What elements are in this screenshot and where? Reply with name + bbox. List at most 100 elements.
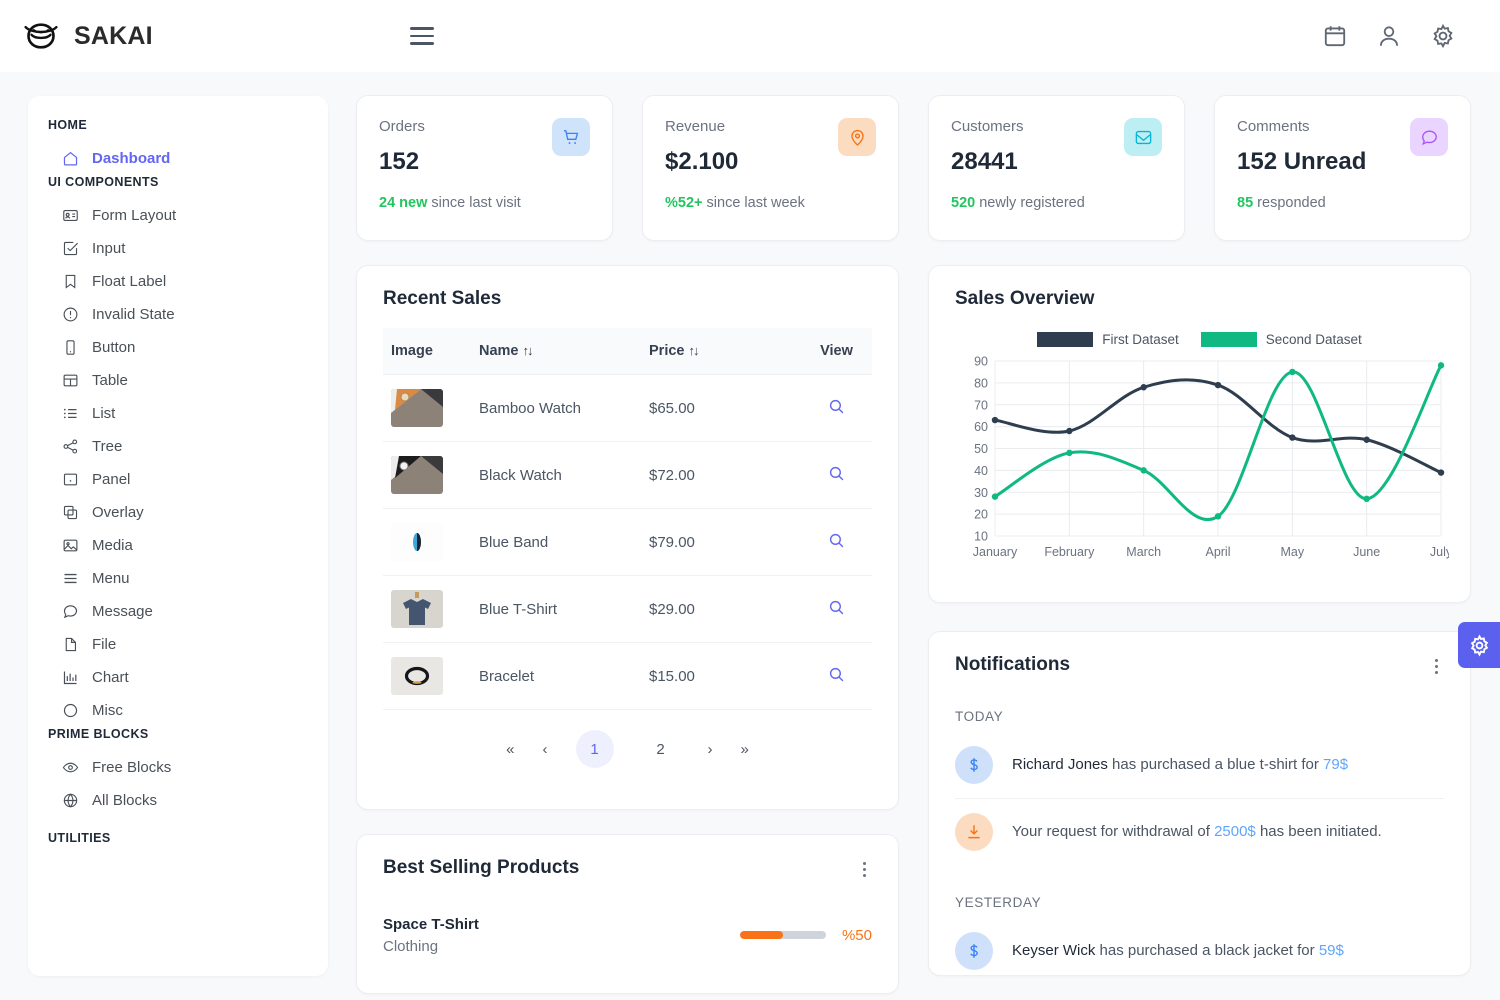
kebab-dot [1434, 658, 1438, 662]
search-icon [829, 466, 844, 480]
table-row[interactable]: Blue Band $79.00 [383, 508, 872, 576]
pagination-next[interactable]: › [708, 741, 713, 758]
svg-text:April: April [1205, 545, 1230, 559]
view-button[interactable] [828, 599, 845, 616]
stat-card-comments: Comments 152 Unread 85 responded [1214, 95, 1471, 241]
sidebar-item-chart[interactable]: Chart [48, 661, 308, 694]
bookmark-icon [65, 274, 76, 289]
table-row[interactable]: Bamboo Watch $65.00 [383, 374, 872, 442]
column-name[interactable]: Name ↑↓ [471, 328, 641, 375]
stat-top: Revenue $2.100 [665, 118, 876, 176]
config-button[interactable] [1458, 622, 1500, 668]
svg-text:50: 50 [974, 442, 988, 456]
pagination-page-1[interactable]: 1 [575, 730, 614, 768]
cell-view [801, 508, 872, 576]
sidebar-item-dashboard[interactable]: Dashboard [48, 142, 308, 175]
line-chart[interactable]: 90 80 70 60 50 40 30 20 10January February March Ap… [955, 355, 1453, 570]
view-button[interactable] [828, 532, 845, 549]
column-image: Image [383, 328, 471, 375]
hamburger-icon[interactable] [403, 17, 441, 55]
sidebar-item-media[interactable]: Media [48, 529, 308, 562]
legend-item-second-dataset[interactable]: Second Dataset [1200, 332, 1362, 347]
sort-icon[interactable]: ↑↓ [688, 343, 699, 358]
sidebar-item-label: Tree [92, 438, 123, 455]
table-row[interactable]: Bracelet $15.00 [383, 642, 872, 710]
kebab-icon[interactable] [1429, 654, 1445, 679]
sidebar-item-float-label[interactable]: Float Label [48, 265, 308, 298]
column-price-label: Price [649, 343, 685, 359]
sort-icon[interactable]: ↑↓ [523, 343, 534, 358]
sidebar-item-invalid-state[interactable]: Invalid State [48, 298, 308, 331]
brand-name: SAKAI [74, 21, 153, 50]
table-header: Image Name ↑↓ Price ↑↓ View [383, 328, 872, 375]
sidebar-item-menu[interactable]: Menu [48, 562, 308, 595]
legend-label: First Dataset [1102, 332, 1179, 347]
inbox-icon [1135, 130, 1151, 144]
kebab-dot [862, 861, 866, 865]
notification-item[interactable]: Your request for withdrawal of 2500$ has… [955, 799, 1444, 865]
list-icon [63, 408, 77, 419]
sidebar-item-overlay[interactable]: Overlay [48, 496, 308, 529]
calendar-icon[interactable] [1322, 23, 1348, 49]
notification-item[interactable]: Keyser Wick has purchased a black jacket… [955, 918, 1444, 976]
sidebar-item-tree[interactable]: Tree [48, 430, 308, 463]
legend-swatch [1037, 332, 1094, 347]
stat-highlight: %52+ [665, 195, 703, 211]
gear-icon [1470, 633, 1488, 657]
user-icon[interactable] [1376, 23, 1402, 49]
stat-value: 152 [379, 148, 420, 175]
sidebar-item-label: Menu [92, 570, 130, 587]
sidebar-item-free-blocks[interactable]: Free Blocks [48, 751, 308, 784]
product-thumbnail-bracelet [391, 657, 443, 695]
column-price[interactable]: Price ↑↓ [641, 328, 801, 375]
view-button[interactable] [828, 398, 845, 415]
svg-text:January: January [973, 545, 1018, 559]
sidebar-heading-home: HOME [48, 118, 88, 132]
sidebar-item-file[interactable]: File [48, 628, 308, 661]
notification-amount: 79$ [1323, 756, 1349, 773]
sidebar-item-form-layout[interactable]: Form Layout [48, 199, 308, 232]
stat-label: Comments [1237, 118, 1310, 135]
eye-icon [62, 762, 79, 773]
cell-view [801, 441, 872, 509]
pagination-prev[interactable]: ‹ [543, 741, 548, 758]
gear-icon[interactable] [1430, 23, 1456, 49]
brand-logo[interactable]: SAKAI [22, 17, 153, 55]
table-icon [63, 374, 78, 387]
notification-actor: Keyser Wick [1012, 942, 1096, 959]
search-icon [829, 533, 844, 547]
sidebar-item-message[interactable]: Message [48, 595, 308, 628]
product-thumbnail-black-watch [391, 456, 443, 494]
sidebar-item-table[interactable]: Table [48, 364, 308, 397]
table-row[interactable]: Blue T-Shirt $29.00 [383, 575, 872, 643]
cell-price: $15.00 [641, 642, 801, 710]
stat-footer: 85 responded [1237, 195, 1448, 211]
svg-text:90: 90 [974, 355, 988, 369]
kebab-icon[interactable] [857, 857, 873, 882]
search-icon [829, 600, 844, 614]
bars-icon [64, 573, 77, 584]
stat-footer: %52+ since last week [665, 195, 876, 211]
sidebar-item-input[interactable]: Input [48, 232, 308, 265]
pagination-last[interactable]: » [741, 741, 749, 758]
cell-image [383, 441, 471, 509]
table-row[interactable]: Black Watch $72.00 [383, 441, 872, 509]
best-selling-card: Best Selling Products Space T-Shirt Clot… [356, 834, 899, 994]
legend-item-first-dataset[interactable]: First Dataset [1037, 332, 1179, 347]
sidebar-item-misc[interactable]: Misc [48, 694, 308, 727]
notification-item[interactable]: Richard Jones has purchased a blue t-shi… [955, 732, 1444, 799]
pagination-page-2[interactable]: 2 [642, 730, 680, 768]
sidebar-item-list[interactable]: List [48, 397, 308, 430]
sidebar-item-label: Table [92, 372, 128, 389]
list-item[interactable]: Space T-Shirt Clothing %50 [383, 916, 872, 955]
cell-image [383, 642, 471, 710]
sidebar-item-all-blocks[interactable]: All Blocks [48, 784, 308, 817]
svg-text:February: February [1044, 545, 1095, 559]
pagination-first[interactable]: « [506, 741, 514, 758]
cell-name: Blue Band [471, 508, 641, 576]
view-button[interactable] [828, 465, 845, 482]
clone-icon [63, 505, 78, 520]
view-button[interactable] [828, 666, 845, 683]
sidebar-item-panel[interactable]: Panel [48, 463, 308, 496]
sidebar-item-button[interactable]: Button [48, 331, 308, 364]
